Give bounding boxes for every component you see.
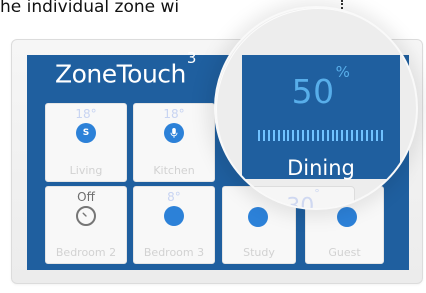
bedroom-2-status: Off [77, 190, 95, 204]
meter-bar [326, 130, 329, 141]
dining-percent-value: 50 [291, 72, 335, 111]
kitchen-label: Kitchen [153, 164, 195, 177]
meter-bar [307, 130, 309, 141]
bedroom-3-label: Bedroom 3 [143, 246, 205, 259]
meter-bar [356, 130, 358, 141]
meter-bar [375, 130, 378, 141]
meter-bar [272, 130, 275, 141]
meter-bar [258, 130, 260, 141]
dining-percent: 50% [242, 65, 400, 111]
zonetouch-screenshot: he individual zone wi ZoneTouch3 18° S L… [0, 0, 426, 293]
brand-version: 3 [186, 49, 197, 67]
dining-percent-suffix: % [335, 63, 351, 81]
meter-bar [297, 130, 300, 141]
dining-temperature-suffix: ° [314, 187, 320, 200]
living-icon-letter: S [82, 128, 90, 138]
zone-tile-living[interactable]: 18° S Living [45, 103, 127, 182]
dial-icon [76, 206, 96, 226]
blue-circle-icon [164, 206, 184, 226]
zone-tile-kitchen[interactable]: 18° Kitchen [133, 103, 215, 182]
caption-text: he individual zone wi [0, 0, 180, 16]
meter-bar [331, 130, 334, 141]
dining-temperature-value: 30 [286, 194, 315, 210]
guest-label: Guest [328, 246, 361, 259]
brand-name: ZoneTouch [55, 59, 186, 89]
zone-tile-bedroom-3[interactable]: 8° Bedroom 3 [133, 186, 215, 264]
meter-bar [292, 130, 295, 141]
bedroom-2-label: Bedroom 2 [55, 246, 117, 259]
meter-bar [360, 130, 363, 141]
meter-bar [287, 130, 290, 141]
bedroom-3-temperature: 8° [167, 190, 181, 204]
microphone-icon [170, 128, 178, 138]
microphone-circle-icon [164, 123, 184, 143]
kitchen-temperature: 18° [163, 107, 185, 121]
letter-s-circle-icon: S [76, 123, 96, 143]
meter-bar [311, 130, 314, 141]
meter-bar [341, 130, 344, 141]
magnified-zone-view: 50% Dining 30° [214, 6, 418, 210]
meter-bar [370, 130, 373, 141]
study-label: Study [243, 246, 275, 259]
living-temperature: 18° [75, 107, 97, 121]
living-label: Living [69, 164, 103, 177]
study-circle-icon [248, 207, 268, 227]
meter-bar [380, 130, 383, 141]
meter-bar [302, 130, 305, 141]
meter-bar [267, 130, 270, 141]
meter-bar [321, 130, 324, 141]
brand-logo: ZoneTouch3 [55, 51, 196, 89]
zone-tile-bedroom-2[interactable]: Off Bedroom 2 [45, 186, 127, 264]
meter-bar [282, 130, 285, 141]
dining-zone-panel[interactable]: 50% Dining [242, 55, 400, 179]
dining-zone-name: Dining [287, 156, 355, 180]
meter-bar [262, 130, 265, 141]
meter-bar [277, 130, 280, 141]
dining-level-meter [258, 130, 385, 141]
meter-bar [351, 130, 354, 141]
meter-bar [316, 130, 319, 141]
meter-bar [365, 130, 368, 141]
dining-temperature-box[interactable]: 30° [251, 186, 355, 210]
dial-needle-icon [82, 212, 87, 217]
meter-bar [346, 130, 349, 141]
meter-bar [336, 130, 339, 141]
